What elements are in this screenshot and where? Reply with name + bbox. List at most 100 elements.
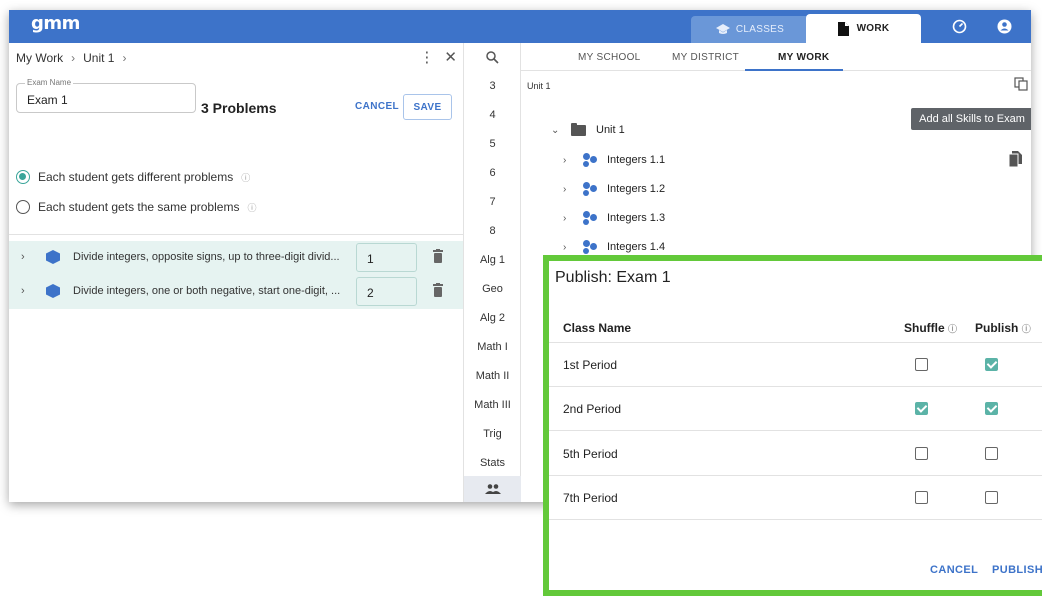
class-name: 7th Period — [563, 491, 618, 505]
dialog-title: Publish: Exam 1 — [555, 269, 671, 286]
publish-checkbox[interactable] — [985, 402, 998, 415]
column-publish-label: Publish — [975, 321, 1019, 335]
trash-icon[interactable] — [432, 283, 444, 297]
close-icon[interactable]: ✕ — [444, 48, 457, 66]
grade-item[interactable]: 5 — [464, 138, 521, 150]
problem-row[interactable]: › Divide integers, one or both negative,… — [9, 275, 463, 309]
trash-icon[interactable] — [432, 249, 444, 263]
chevron-right-icon[interactable]: › — [563, 155, 573, 166]
speedometer-icon[interactable] — [950, 17, 968, 35]
problem-count-input[interactable]: 1 — [356, 243, 417, 272]
radio-selected-icon — [16, 170, 30, 184]
publish-checkbox[interactable] — [985, 491, 998, 504]
divider — [9, 234, 464, 235]
divider — [549, 475, 1042, 476]
breadcrumb-unit[interactable]: Unit 1 — [83, 51, 114, 65]
breadcrumb-my-work[interactable]: My Work — [16, 51, 63, 65]
copy-icon[interactable] — [1014, 77, 1028, 91]
chevron-down-icon[interactable]: ⌄ — [551, 125, 561, 136]
breadcrumb: My Work › Unit 1 › — [16, 51, 126, 65]
skill-label: Integers 1.3 — [607, 212, 666, 224]
shuffle-checkbox[interactable] — [915, 358, 928, 371]
help-icon[interactable]: ⓘ — [241, 171, 250, 184]
column-publish: Publish ⓘ — [975, 321, 1031, 335]
divider — [549, 519, 1042, 520]
unit-breadcrumb[interactable]: Unit 1 — [527, 81, 551, 91]
exam-name-label: Exam Name — [25, 78, 74, 87]
radio-unselected-icon — [16, 200, 30, 214]
chevron-right-icon[interactable]: › — [563, 242, 573, 253]
folder-row[interactable]: ⌄ Unit 1 — [551, 122, 625, 136]
skill-row[interactable]: › Integers 1.3 — [563, 211, 665, 225]
hexagon-skill-icon — [46, 250, 60, 264]
help-icon[interactable]: ⓘ — [247, 201, 256, 214]
top-bar: gmm CLASSES WORK — [9, 10, 1031, 43]
chevron-right-icon[interactable]: › — [21, 251, 25, 263]
search-icon[interactable] — [486, 51, 499, 64]
skill-row[interactable]: › Integers 1.2 — [563, 182, 665, 196]
exam-name-field[interactable]: Exam Name Exam 1 — [16, 78, 196, 113]
grade-item[interactable]: Math III — [464, 399, 521, 411]
radio-same-label: Each student gets the same problems — [38, 200, 240, 214]
dialog-cancel-button[interactable]: CANCEL — [930, 564, 978, 576]
shuffle-checkbox[interactable] — [915, 447, 928, 460]
skill-icon — [583, 211, 597, 225]
help-icon[interactable]: ⓘ — [948, 324, 957, 334]
grade-item[interactable]: Math I — [464, 341, 521, 353]
tab-classes-label: CLASSES — [735, 24, 785, 35]
help-icon[interactable]: ⓘ — [1022, 324, 1031, 334]
class-name: 1st Period — [563, 358, 618, 372]
chevron-right-icon[interactable]: › — [563, 184, 573, 195]
skill-icon — [583, 182, 597, 196]
grade-item[interactable]: 8 — [464, 225, 521, 237]
grade-item[interactable]: 7 — [464, 196, 521, 208]
account-icon[interactable] — [995, 17, 1013, 35]
grade-item[interactable]: Trig — [464, 428, 521, 440]
panel-actions: ⋮ ✕ — [419, 48, 457, 66]
class-name: 5th Period — [563, 447, 618, 461]
publish-checkbox[interactable] — [985, 447, 998, 460]
logo[interactable]: gmm — [31, 13, 80, 34]
grade-item[interactable]: 6 — [464, 167, 521, 179]
tab-my-district[interactable]: MY DISTRICT — [672, 52, 739, 63]
skill-icon — [583, 240, 597, 254]
more-vert-icon[interactable]: ⋮ — [419, 48, 434, 66]
shuffle-checkbox[interactable] — [915, 402, 928, 415]
chevron-right-icon: › — [122, 51, 127, 65]
add-to-exam-icon[interactable] — [1009, 151, 1022, 167]
radio-different-problems[interactable]: Each student gets different problems ⓘ — [16, 170, 250, 184]
skill-row[interactable]: › Integers 1.4 — [563, 240, 665, 254]
skill-icon — [583, 153, 597, 167]
publish-button[interactable]: PUBLISH — [992, 564, 1042, 576]
grade-item[interactable]: Geo — [464, 283, 521, 295]
grade-item[interactable]: Alg 1 — [464, 254, 521, 266]
skill-label: Integers 1.2 — [607, 183, 666, 195]
folder-label: Unit 1 — [596, 124, 625, 136]
divider — [549, 342, 1042, 343]
tab-my-work[interactable]: MY WORK — [778, 52, 829, 63]
problem-title: Divide integers, opposite signs, up to t… — [73, 251, 340, 263]
column-shuffle: Shuffle ⓘ — [904, 321, 957, 335]
save-button[interactable]: SAVE — [403, 94, 452, 120]
chevron-right-icon[interactable]: › — [21, 285, 25, 297]
publish-checkbox[interactable] — [985, 358, 998, 371]
radio-same-problems[interactable]: Each student gets the same problems ⓘ — [16, 200, 256, 214]
folder-icon — [571, 122, 586, 136]
grade-item[interactable]: Stats — [464, 457, 521, 469]
shuffle-checkbox[interactable] — [915, 491, 928, 504]
problem-row[interactable]: › Divide integers, opposite signs, up to… — [9, 241, 463, 275]
tab-classes[interactable]: CLASSES — [691, 16, 809, 43]
tab-my-school[interactable]: MY SCHOOL — [578, 52, 641, 63]
grade-item[interactable]: 3 — [464, 80, 521, 92]
cancel-button[interactable]: CANCEL — [355, 101, 399, 112]
chevron-right-icon[interactable]: › — [563, 213, 573, 224]
people-icon[interactable] — [464, 476, 521, 502]
tab-work[interactable]: WORK — [806, 14, 921, 43]
grade-item[interactable]: Alg 2 — [464, 312, 521, 324]
grade-level-column: 3 4 5 6 7 8 Alg 1 Geo Alg 2 Math I Math … — [464, 43, 521, 502]
grade-item[interactable]: Math II — [464, 370, 521, 382]
skill-row[interactable]: › Integers 1.1 — [563, 153, 665, 167]
grade-item[interactable]: 4 — [464, 109, 521, 121]
exam-name-value: Exam 1 — [27, 93, 68, 107]
problem-count-input[interactable]: 2 — [356, 277, 417, 306]
